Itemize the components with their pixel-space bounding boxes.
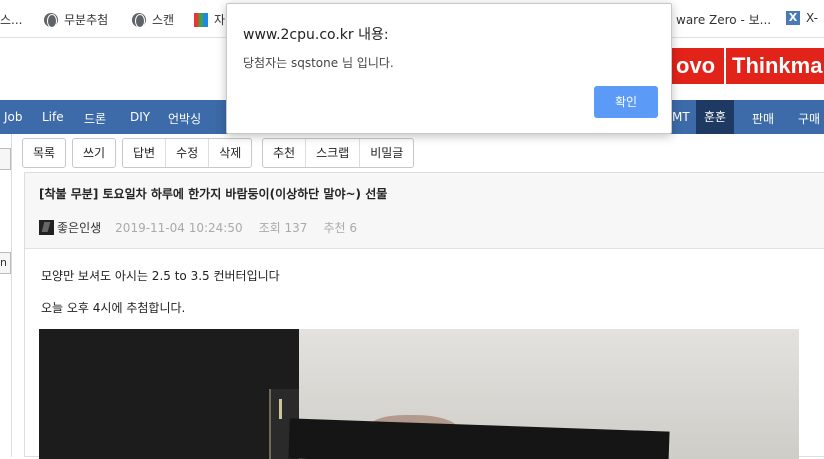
reply-button[interactable]: 답변	[123, 139, 167, 167]
post-photo[interactable]	[39, 329, 799, 459]
button-group-edit: 답변 수정 삭제	[122, 138, 253, 168]
write-button[interactable]: 쓰기	[73, 139, 115, 167]
bookmark-label: 자	[214, 13, 226, 27]
avatar[interactable]	[39, 220, 54, 235]
bookmark-item[interactable]: 무분추첨	[44, 11, 108, 28]
post-datetime: 2019-11-04 10:24:50	[115, 220, 243, 235]
photo-connector	[279, 399, 282, 419]
bookmark-label: ware Zero - 보...	[676, 13, 772, 27]
post-title: [착불 무분] 토요일차 하루에 한가지 바람둥이(이상하단 말야~) 선물	[39, 187, 388, 201]
nav-item-drone[interactable]: 드론	[84, 110, 106, 127]
nav-item-sell[interactable]: 판매	[752, 110, 774, 127]
bookmark-item[interactable]: ware Zero - 보...	[676, 11, 771, 28]
bookmark-label: 무분추첨	[64, 13, 109, 27]
scrap-button[interactable]: 스크랩	[306, 139, 361, 167]
bookmark-label: 스...	[0, 13, 23, 27]
bookmark-item[interactable]: 스캔	[132, 11, 174, 28]
left-sidebar-edge: n	[0, 134, 12, 457]
globe-icon	[44, 12, 58, 28]
nav-item-unboxing[interactable]: 언박싱	[168, 110, 201, 127]
delete-button[interactable]: 삭제	[209, 139, 251, 167]
recommend-button[interactable]: 추천	[263, 139, 307, 167]
bookmark-label: X-	[806, 11, 818, 25]
bookmark-item[interactable]: 자	[194, 11, 225, 28]
bookmark-item[interactable]: 스...	[0, 11, 22, 28]
nav-item-buy[interactable]: 구매	[798, 110, 820, 127]
dialog-title: www.2cpu.co.kr 내용:	[243, 27, 389, 43]
button-group-list: 목록	[22, 138, 67, 168]
photo-dark-region	[39, 329, 299, 459]
sidebar-box[interactable]: n	[0, 252, 11, 274]
x-icon: X	[786, 11, 800, 25]
button-group-write: 쓰기	[72, 138, 117, 168]
post-body-line: 오늘 오후 4시에 추첨합니다.	[41, 301, 186, 315]
view-count: 조회 137	[258, 221, 308, 235]
nav-item-hunhun[interactable]: 훈훈	[696, 100, 735, 134]
sidebar-box-label: n	[0, 256, 7, 269]
colorful-site-icon	[194, 12, 208, 27]
post-header: [착불 무분] 토요일차 하루에 한가지 바람둥이(이상하단 말야~) 선물 좋…	[25, 173, 824, 249]
post-body-line: 모양만 보셔도 아시는 2.5 to 3.5 컨버터입니다	[41, 269, 280, 283]
alert-dialog: www.2cpu.co.kr 내용: 당첨자는 sqstone 님 입니다. 확…	[226, 3, 672, 134]
nav-item-mt[interactable]: MT	[672, 110, 690, 124]
list-button[interactable]: 목록	[23, 139, 65, 167]
secret-button[interactable]: 비밀글	[360, 139, 413, 167]
ok-button[interactable]: 확인	[594, 86, 658, 118]
lenovo-ad[interactable]: ovo	[672, 48, 724, 84]
nav-item-job[interactable]: Job	[4, 110, 23, 124]
globe-icon	[132, 12, 146, 28]
nav-item-diy[interactable]: DIY	[130, 110, 150, 124]
author-name[interactable]: 좋은인생	[57, 219, 101, 236]
bookmark-item[interactable]: X X-	[786, 11, 818, 25]
post-meta: 좋은인생 2019-11-04 10:24:50 조회 137 추천 6	[39, 219, 373, 236]
nav-item-life[interactable]: Life	[42, 110, 64, 124]
sidebar-box[interactable]	[0, 148, 11, 170]
bookmark-label: 스캔	[152, 13, 175, 27]
button-group-actions: 추천 스크랩 비밀글	[262, 138, 415, 168]
dialog-message: 당첨자는 sqstone 님 입니다.	[243, 56, 394, 70]
edit-button[interactable]: 수정	[166, 139, 210, 167]
recommend-count: 추천 6	[323, 221, 357, 235]
lenovo-ad-text: ovo	[676, 53, 716, 78]
thinkpad-ad-text: Thinkma	[732, 53, 823, 78]
post-container: [착불 무분] 토요일차 하루에 한가지 바람둥이(이상하단 말야~) 선물 좋…	[24, 172, 824, 459]
thinkpad-ad[interactable]: Thinkma	[726, 48, 824, 84]
